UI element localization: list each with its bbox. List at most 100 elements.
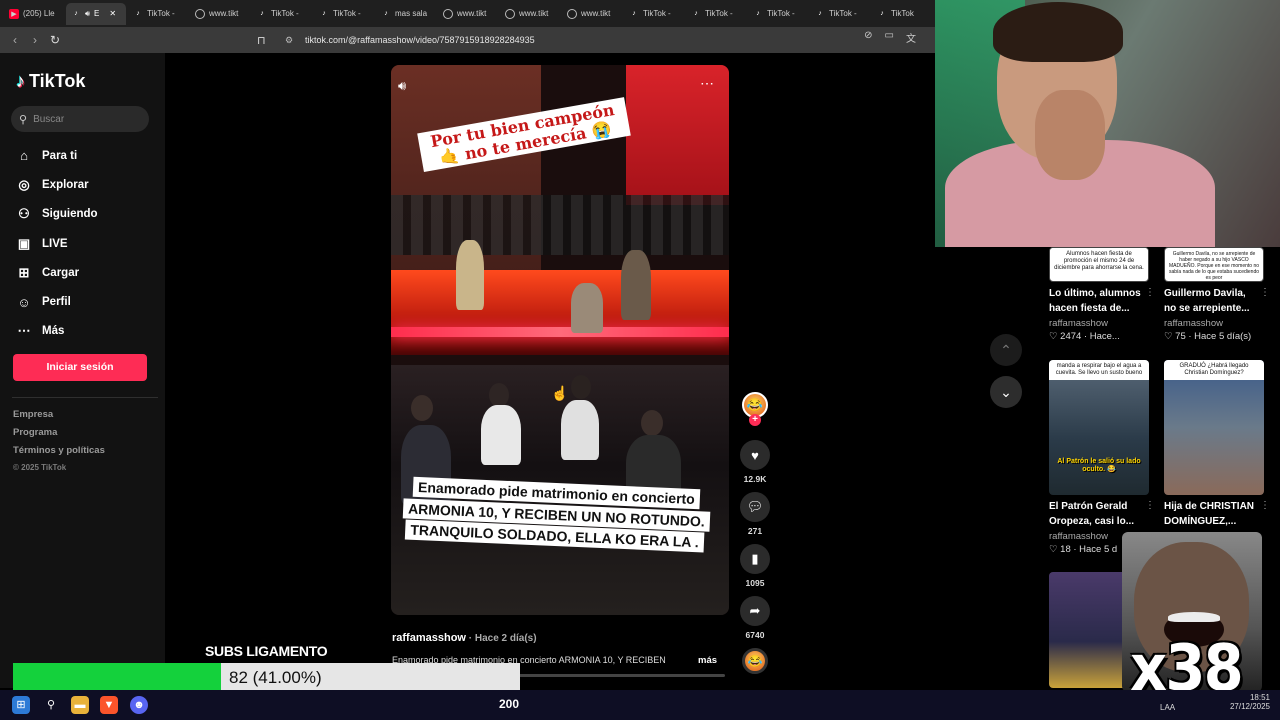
related-thumbnail[interactable]: Guillermo Davila, no se arrepiente de ha… — [1164, 247, 1264, 282]
taskbar: ⊞ ⚲ ▬ ▼ ☻ 200 LAA 18:51 27/12/2025 — [0, 690, 1280, 720]
browser-tab[interactable]: ▶ (205) Lle — [4, 3, 64, 25]
browser-tab[interactable]: www.tikt — [500, 3, 560, 25]
author-name[interactable]: raffamasshow — [392, 632, 466, 644]
crowd-person — [481, 405, 521, 465]
related-user[interactable]: raffamasshow — [1049, 318, 1159, 329]
browser-tab[interactable]: ♪ TikTok - — [748, 3, 808, 25]
volume-icon[interactable]: 🔊︎ — [398, 78, 406, 94]
menu-item-para-ti[interactable]: ⌂ Para ti — [16, 141, 98, 170]
like-button[interactable]: ♥ 12.9K — [740, 440, 770, 484]
brave-browser-icon[interactable]: ▼ — [100, 696, 118, 714]
tiktok-icon: ♪ — [136, 10, 140, 17]
browser-tab[interactable]: www.tikt — [438, 3, 498, 25]
related-card[interactable]: Guillermo Davila, no se arrepiente de ha… — [1164, 247, 1274, 342]
logo-text: TikTok — [29, 71, 86, 91]
taskbar-search-icon[interactable]: ⚲ — [42, 696, 60, 714]
music-disc-icon[interactable]: 😂 — [742, 648, 768, 674]
browser-tab[interactable]: ♪ TikTok — [872, 3, 932, 25]
url-field[interactable]: ⊓ ⚙ tiktok.com/@raffamasshow/video/75879… — [255, 30, 930, 50]
tab-audio-icon[interactable]: 🔊︎ — [85, 9, 90, 19]
file-explorer-icon[interactable]: ▬ — [71, 696, 89, 714]
eye-off-icon[interactable]: ⊘ — [864, 30, 872, 45]
card-menu-icon[interactable]: ⋮ — [1145, 500, 1155, 511]
search-input[interactable]: ⚲ Buscar — [11, 106, 149, 132]
related-card[interactable]: manda a respirar bajo el agua a cuevita.… — [1049, 360, 1159, 555]
comment-button[interactable]: 💬︎ 271 — [740, 492, 770, 536]
login-button[interactable]: Iniciar sesión — [13, 354, 147, 381]
related-user[interactable]: raffamasshow — [1164, 318, 1274, 329]
card-menu-icon[interactable]: ⋮ — [1260, 287, 1270, 298]
more-link[interactable]: más — [698, 655, 717, 666]
browser-tab[interactable]: ♪ TikTok - — [314, 3, 374, 25]
back-icon[interactable]: ‹ — [5, 33, 25, 47]
menu-item-explorar[interactable]: ◎ Explorar — [16, 170, 98, 199]
next-video-button[interactable]: ⌄ — [990, 376, 1022, 408]
menu-item-label: Más — [42, 325, 65, 338]
browser-tab[interactable]: ♪ TikTok - — [624, 3, 684, 25]
site-info-icon[interactable]: ⚙ — [285, 35, 293, 46]
previous-video-button[interactable]: ⌃ — [990, 334, 1022, 366]
footer-link-empresa[interactable]: Empresa — [13, 409, 105, 427]
card-menu-icon[interactable]: ⋮ — [1145, 287, 1155, 298]
comment-count: 271 — [747, 526, 763, 536]
forward-icon[interactable]: › — [25, 33, 45, 47]
tab-label: www.tikt — [519, 9, 549, 18]
discord-icon[interactable]: ☻ — [130, 696, 148, 714]
related-thumbnail[interactable]: Alumnos hacen fiesta de promoción el mis… — [1049, 247, 1149, 282]
globe-icon — [443, 8, 453, 19]
like-count: 12.9K — [743, 474, 767, 484]
globe-icon — [567, 8, 577, 19]
save-button[interactable]: ▮ 1095 — [740, 544, 770, 588]
menu-item-más[interactable]: ⋯ Más — [16, 317, 98, 346]
bookmark-icon[interactable]: ⊓ — [257, 34, 266, 47]
related-thumbnail[interactable]: GRADUÓ ¿Habrá llegado Christian Domíngue… — [1164, 360, 1264, 495]
share-button[interactable]: ➦ 6740 — [740, 596, 770, 640]
related-card[interactable]: Alumnos hacen fiesta de promoción el mis… — [1049, 247, 1159, 342]
clock[interactable]: 18:51 27/12/2025 — [1230, 693, 1270, 711]
menu-item-perfil[interactable]: ☺ Perfil — [16, 287, 98, 316]
browser-tab[interactable]: ♪ TikTok - — [128, 3, 188, 25]
related-thumbnail[interactable]: manda a respirar bajo el agua a cuevita.… — [1049, 360, 1149, 495]
footer-link-terms[interactable]: Términos y políticas — [13, 445, 105, 463]
subs-goal-text: 82 (41.00%) — [229, 668, 322, 687]
tiktok-icon: ♪ — [384, 10, 388, 17]
url-text: tiktok.com/@raffamasshow/video/758791591… — [305, 35, 535, 45]
menu-item-label: LIVE — [42, 237, 68, 250]
menu-item-siguiendo[interactable]: ⚇ Siguiendo — [16, 200, 97, 229]
footer-link-programa[interactable]: Programa — [13, 427, 105, 445]
menu-item-live[interactable]: ▣ LIVE — [16, 229, 98, 258]
browser-tab[interactable]: ♪ 🔊︎ E ✕ — [66, 2, 126, 25]
save-count: 1095 — [745, 578, 765, 588]
clock-time: 18:51 — [1249, 693, 1270, 702]
card-menu-icon[interactable]: ⋮ — [1260, 500, 1270, 511]
video-player[interactable]: Por tu bien campeón 🤙 no te merecía 😭 En… — [391, 65, 729, 615]
post-age: · Hace 2 día(s) — [465, 633, 537, 644]
tab-label: E — [94, 9, 100, 18]
tiktok-icon: ♪ — [818, 10, 822, 17]
youtube-icon: ▶ — [9, 8, 19, 19]
author-line: raffamasshow · Hace 2 día(s) — [392, 632, 537, 644]
browser-tab[interactable]: ♪ TikTok - — [252, 3, 312, 25]
related-card[interactable]: GRADUÓ ¿Habrá llegado Christian Domíngue… — [1164, 360, 1274, 529]
browser-tab[interactable]: www.tikt — [190, 3, 250, 25]
close-tab-icon[interactable]: ✕ — [109, 9, 116, 18]
windows-start-icon[interactable]: ⊞ — [12, 696, 30, 714]
follow-plus-icon[interactable]: + — [749, 414, 761, 426]
tab-label: mas sala — [395, 9, 428, 18]
more-options-icon[interactable]: ⋯ — [700, 75, 715, 92]
tab-label: (205) Lle — [23, 9, 55, 18]
menu-item-cargar[interactable]: ⊞ Cargar — [16, 258, 98, 287]
browser-tab[interactable]: ♪ TikTok - — [810, 3, 870, 25]
menu-item-label: Para ti — [42, 149, 78, 162]
translate-icon[interactable]: 文 — [906, 30, 916, 45]
reload-icon[interactable]: ↻ — [45, 33, 65, 47]
browser-tab[interactable]: ♪ TikTok - — [686, 3, 746, 25]
cast-icon[interactable]: ▭ — [885, 30, 894, 45]
taskbar-counter: 200 — [499, 697, 520, 711]
browser-tab[interactable]: ♪ mas sala — [376, 3, 436, 25]
globe-icon — [195, 8, 205, 19]
menu-item-label: Explorar — [42, 178, 89, 191]
browser-tab[interactable]: www.tikt — [562, 3, 622, 25]
language-indicator[interactable]: LAA — [1160, 703, 1175, 712]
tiktok-logo[interactable]: ♪ TikTok — [16, 71, 85, 92]
